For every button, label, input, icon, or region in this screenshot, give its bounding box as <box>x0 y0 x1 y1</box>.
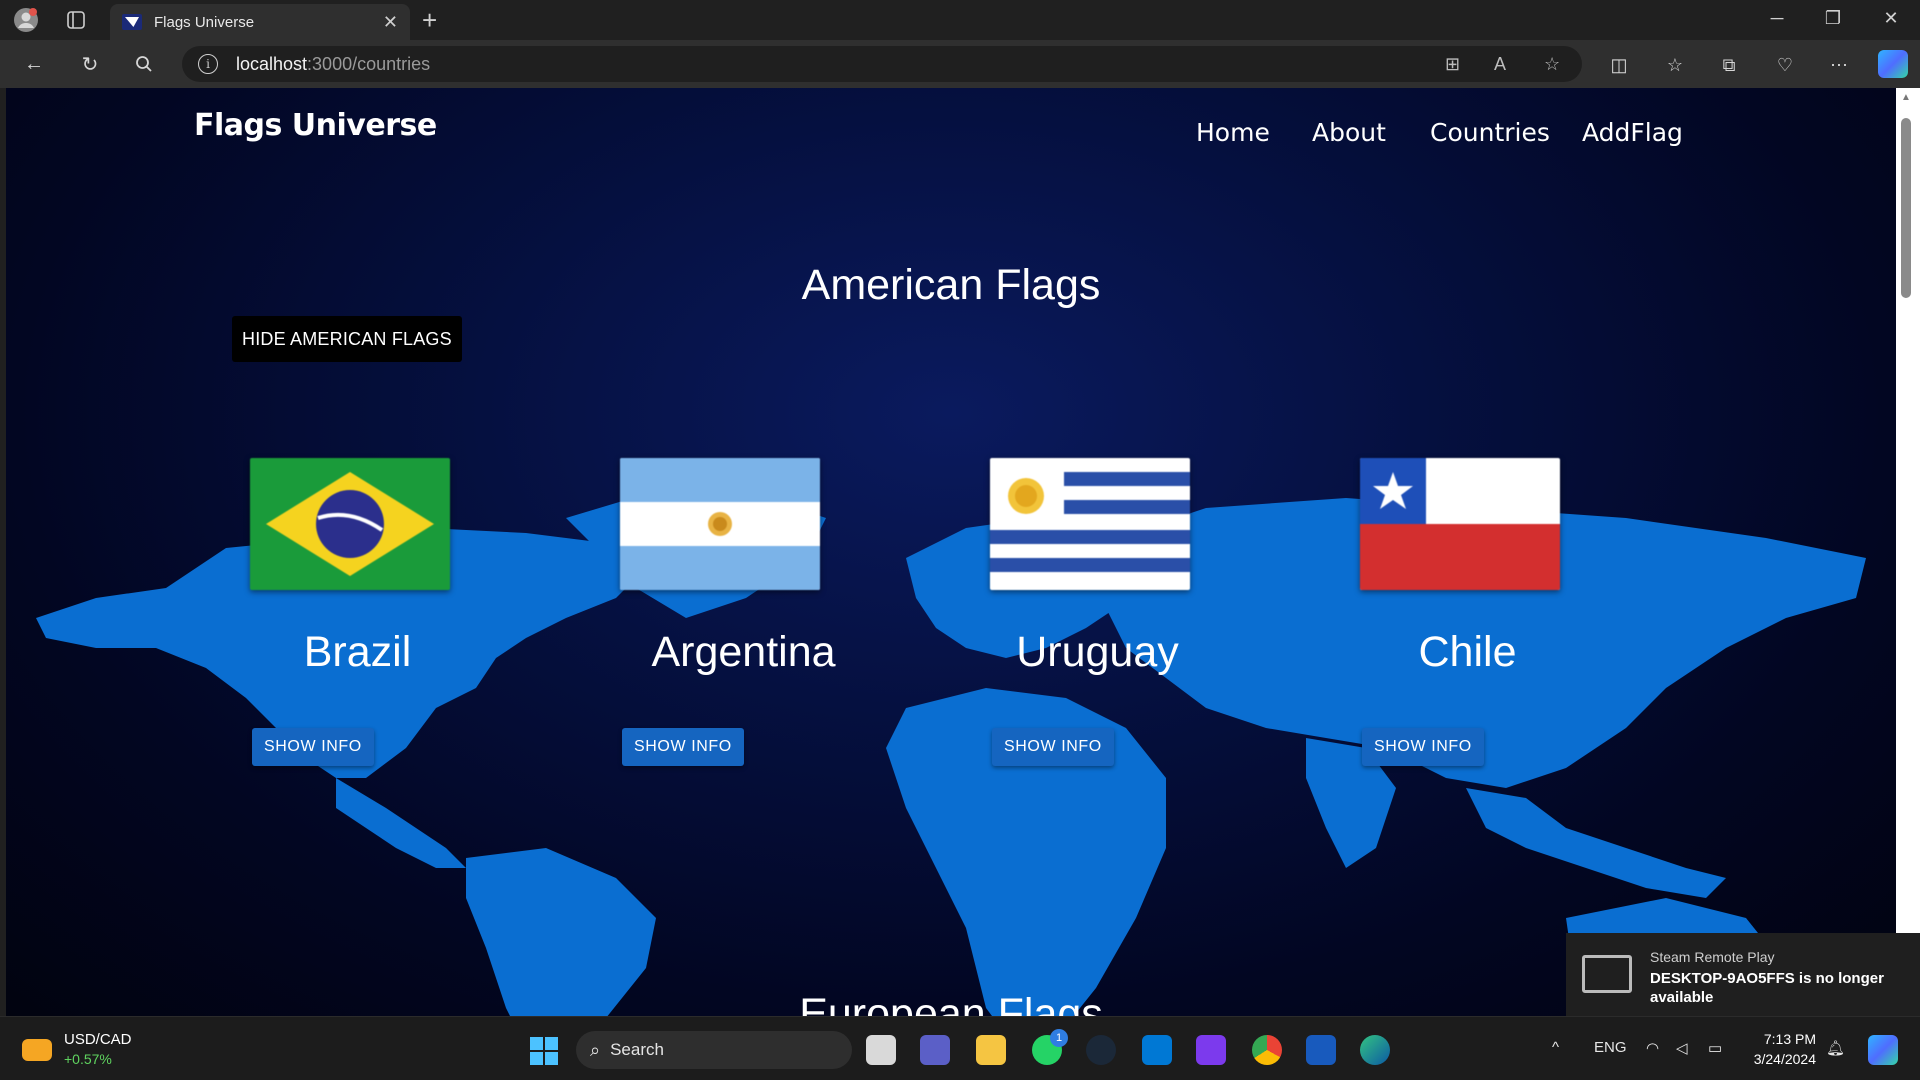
intellij-icon[interactable] <box>1196 1035 1226 1065</box>
minimize-icon[interactable]: ─ <box>1762 8 1792 29</box>
language-indicator[interactable]: ENG <box>1594 1039 1627 1056</box>
chrome-icon[interactable] <box>1252 1035 1282 1065</box>
country-name: Chile <box>1418 628 1517 676</box>
url-host: localhost <box>236 53 308 74</box>
cast-icon <box>1582 955 1632 993</box>
new-tab-icon[interactable]: + <box>422 6 437 34</box>
more-options-icon[interactable]: ⋯ <box>1826 52 1852 78</box>
scroll-up-arrow-icon[interactable]: ▲ <box>1901 92 1911 103</box>
show-info-button[interactable]: SHOW INFO <box>1362 728 1484 766</box>
stocks-widget-icon[interactable] <box>22 1039 52 1061</box>
split-screen-icon[interactable]: ◫ <box>1606 52 1632 78</box>
favorite-star-icon[interactable]: ☆ <box>1544 54 1560 75</box>
browser-tab[interactable]: Flags Universe ✕ <box>110 4 410 40</box>
copilot-icon[interactable] <box>1878 50 1908 78</box>
back-icon[interactable]: ← <box>20 50 48 78</box>
stock-change: +0.57% <box>64 1051 112 1067</box>
nav-addflag[interactable]: AddFlag <box>1582 118 1683 147</box>
hide-american-flags-button[interactable]: HIDE AMERICAN FLAGS <box>232 316 462 362</box>
url-path: :3000/countries <box>307 53 431 74</box>
favorites-icon[interactable]: ☆ <box>1662 52 1688 78</box>
wifi-icon[interactable]: ◠ <box>1646 1039 1659 1057</box>
browser-titlebar: Flags Universe ✕ + ─ ❐ ✕ <box>0 0 1920 40</box>
toast-body: DESKTOP-9AO5FFS is no longer available <box>1650 970 1884 1006</box>
notification-toast[interactable]: Steam Remote Play DESKTOP-9AO5FFS is no … <box>1566 933 1920 1019</box>
restore-icon[interactable]: ❐ <box>1818 8 1848 29</box>
country-name: Brazil <box>303 628 412 676</box>
search-icon[interactable] <box>130 50 158 78</box>
copilot-taskbar-icon[interactable] <box>1868 1035 1898 1065</box>
clock-date: 3/24/2024 <box>1753 1051 1816 1067</box>
teams-icon[interactable] <box>920 1035 950 1065</box>
vscode-icon[interactable] <box>1142 1035 1172 1065</box>
notifications-bell-icon[interactable]: 🔔︎ <box>1826 1039 1845 1057</box>
chile-flag-image <box>1360 458 1560 590</box>
page-viewport: Flags Universe Home About Countries AddF… <box>6 88 1896 1016</box>
taskbar-search[interactable]: ⌕ Search <box>576 1031 852 1069</box>
whatsapp-badge: 1 <box>1050 1029 1068 1047</box>
scrollbar-thumb[interactable] <box>1901 118 1911 298</box>
site-info-icon[interactable]: i <box>198 54 218 74</box>
section-title: American Flags <box>801 261 1101 309</box>
tab-actions-icon[interactable] <box>62 6 90 34</box>
country-card-uruguay: Uruguay SHOW INFO <box>980 458 1215 788</box>
word-icon[interactable] <box>1306 1035 1336 1065</box>
show-info-button[interactable]: SHOW INFO <box>252 728 374 766</box>
show-info-button[interactable]: SHOW INFO <box>992 728 1114 766</box>
argentina-flag-image <box>620 458 820 590</box>
tab-title: Flags Universe <box>154 13 255 31</box>
toast-title: Steam Remote Play <box>1650 949 1775 965</box>
search-placeholder: Search <box>610 1040 664 1059</box>
stock-name[interactable]: USD/CAD <box>64 1031 132 1048</box>
clock[interactable]: 7:13 PM 3/24/2024 <box>1746 1029 1816 1069</box>
close-window-icon[interactable]: ✕ <box>1876 8 1906 29</box>
country-card-brazil: Brazil SHOW INFO <box>240 458 475 788</box>
nav-countries[interactable]: Countries <box>1430 118 1550 147</box>
profile-icon[interactable] <box>12 6 40 34</box>
start-button-icon[interactable] <box>530 1037 558 1065</box>
edge-icon[interactable] <box>1360 1035 1390 1065</box>
collections-icon[interactable]: ⧉ <box>1716 52 1742 78</box>
read-aloud-icon[interactable]: A <box>1494 54 1506 75</box>
address-toolbar: ← ↻ i localhost:3000/countries ⊞ A ☆ ◫ ☆… <box>0 40 1920 88</box>
close-tab-icon[interactable]: ✕ <box>383 12 398 33</box>
battery-icon[interactable]: ▭ <box>1708 1039 1722 1057</box>
country-card-argentina: Argentina SHOW INFO <box>610 458 845 788</box>
browser-essentials-icon[interactable]: ♡ <box>1772 52 1798 78</box>
show-info-button[interactable]: SHOW INFO <box>622 728 744 766</box>
app-available-icon[interactable]: ⊞ <box>1445 54 1460 75</box>
search-icon: ⌕ <box>590 1039 601 1060</box>
file-explorer-icon[interactable] <box>976 1035 1006 1065</box>
nav-about[interactable]: About <box>1312 118 1386 147</box>
task-view-icon[interactable] <box>866 1035 896 1065</box>
country-card-chile: Chile SHOW INFO <box>1350 458 1585 788</box>
url-bar[interactable]: i localhost:3000/countries <box>182 46 1582 82</box>
brazil-flag-image <box>250 458 450 590</box>
site-brand[interactable]: Flags Universe <box>194 108 437 143</box>
flag-favicon-icon <box>122 14 142 30</box>
country-name: Argentina <box>651 628 836 676</box>
clock-time: 7:13 PM <box>1763 1031 1816 1047</box>
steam-icon[interactable] <box>1086 1035 1116 1065</box>
refresh-icon[interactable]: ↻ <box>76 50 104 78</box>
show-hidden-icons-icon[interactable]: ^ <box>1552 1039 1559 1056</box>
uruguay-flag-image <box>990 458 1190 590</box>
volume-icon[interactable]: ◁ <box>1676 1039 1688 1057</box>
nav-home[interactable]: Home <box>1196 118 1270 147</box>
country-name: Uruguay <box>1016 628 1179 676</box>
windows-taskbar: USD/CAD +0.57% ⌕ Search 1 ^ ENG ◠ ◁ ▭ 7:… <box>0 1016 1920 1080</box>
